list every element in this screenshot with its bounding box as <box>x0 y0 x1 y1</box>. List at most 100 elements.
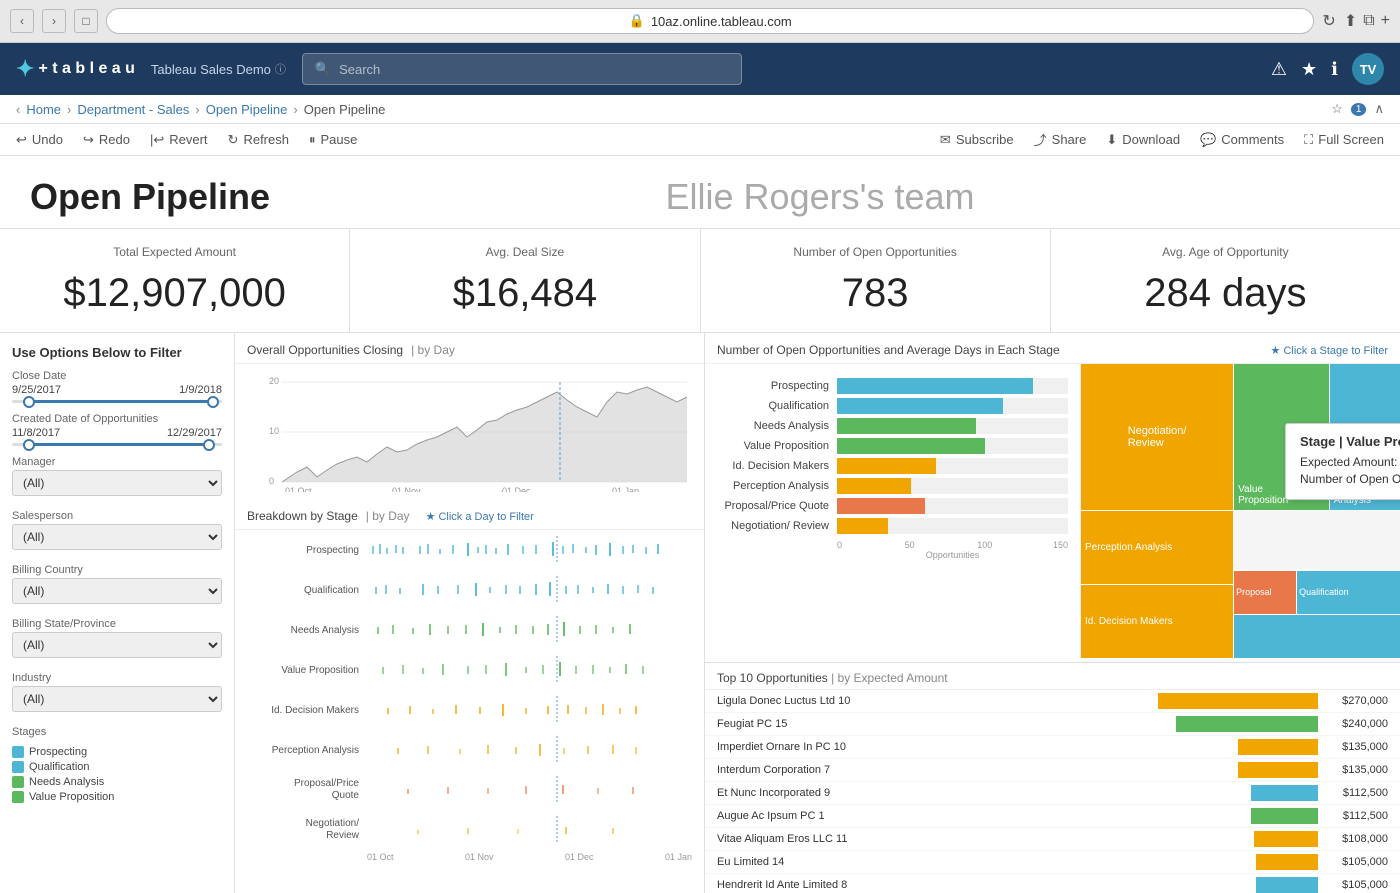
refresh-button[interactable]: ↻ Refresh <box>228 132 289 148</box>
treemap-proposal[interactable]: Proposal <box>1234 571 1297 614</box>
redo-icon: ↪ <box>83 132 94 148</box>
breakdown-label-negotiation: Negotiation/Review <box>247 818 367 842</box>
pause-button[interactable]: ⏸ Pause <box>309 132 357 148</box>
svg-text:01 Nov: 01 Nov <box>392 486 421 492</box>
download-button[interactable]: ⬇ Download <box>1106 130 1180 149</box>
top10-row: Feugiat PC 15 $240,000 <box>705 713 1400 736</box>
reload-button[interactable]: ↻ <box>1322 11 1335 31</box>
tab-button[interactable]: ⧉ <box>1363 11 1374 31</box>
bookmark-icon[interactable]: ☆ <box>1331 101 1343 117</box>
search-bar[interactable]: 🔍 Search <box>302 53 742 85</box>
breakdown-label-needs-analysis: Needs Analysis <box>247 625 367 636</box>
top10-value: $105,000 <box>1318 879 1388 891</box>
industry-select[interactable]: (All) <box>12 686 222 712</box>
treemap-qualification[interactable]: Qualification <box>1297 571 1400 614</box>
top10-value: $108,000 <box>1318 833 1388 845</box>
right-top-section: Number of Open Opportunities and Average… <box>705 333 1400 663</box>
legend-dot-qualification <box>12 761 24 773</box>
new-tab-button[interactable]: + <box>1381 11 1390 31</box>
click-stage-filter[interactable]: ★ Click a Stage to Filter <box>1271 344 1388 357</box>
comments-button[interactable]: 💬 Comments <box>1200 130 1284 149</box>
kpi-avg-deal: Avg. Deal Size $16,484 <box>350 229 700 332</box>
breadcrumb-back[interactable]: ‹ <box>16 102 20 117</box>
undo-button[interactable]: ↩ Undo <box>16 132 63 148</box>
breadcrumb-dept[interactable]: Department - Sales <box>77 102 189 117</box>
top10-bar <box>1176 716 1318 732</box>
subscribe-button[interactable]: ✉ Subscribe <box>940 130 1014 149</box>
breakdown-row-perception: Perception Analysis <box>235 730 704 770</box>
breakdown-label-perception: Perception Analysis <box>247 745 367 756</box>
revert-button[interactable]: |↩ Revert <box>150 132 208 148</box>
close-date-slider[interactable] <box>12 400 222 403</box>
collapse-icon[interactable]: ∧ <box>1374 101 1384 117</box>
window-button[interactable]: □ <box>74 9 98 33</box>
top10-name: Imperdiet Ornare In PC 10 <box>717 741 1158 753</box>
tableau-header: ✦ + t a b l e a u Tableau Sales Demo ⓘ 🔍… <box>0 43 1400 95</box>
top10-bar <box>1251 785 1318 801</box>
overall-chart-container: 20 10 0 01 Oct 01 Nov 01 Dec 0 <box>235 364 704 499</box>
star-icon[interactable]: ★ <box>1301 59 1317 80</box>
info-icon[interactable]: ℹ <box>1331 59 1338 80</box>
salesperson-select[interactable]: (All) <box>12 524 222 550</box>
hbar-row-perception: Perception Analysis <box>717 478 1068 494</box>
treemap-empty <box>1234 511 1400 570</box>
top10-bar-container <box>1158 739 1318 755</box>
top10-name: Vitae Aliquam Eros LLC 11 <box>717 833 1158 845</box>
created-date-range: 11/8/2017 12/29/2017 <box>12 427 222 439</box>
manager-select[interactable]: (All) <box>12 470 222 496</box>
top10-bar <box>1256 877 1318 893</box>
kpi-total-expected: Total Expected Amount $12,907,000 <box>0 229 350 332</box>
kpi-label-avg-age: Avg. Age of Opportunity <box>1067 245 1384 259</box>
top10-bar-container <box>1158 854 1318 870</box>
close-date-range: 9/25/2017 1/9/2018 <box>12 384 222 396</box>
top10-bar <box>1238 762 1318 778</box>
share-button[interactable]: ⤴ Share <box>1034 130 1087 149</box>
created-date-slider[interactable] <box>12 443 222 446</box>
legend-qualification: Qualification <box>12 761 222 773</box>
treemap-prospecting[interactable] <box>1234 614 1400 658</box>
top10-bar-container <box>1158 831 1318 847</box>
breakdown-label-qualification: Qualification <box>247 585 367 596</box>
tooltip-open-opps: Number of Open Opportunities: 117 <box>1300 472 1400 486</box>
warning-icon[interactable]: ⚠ <box>1271 59 1287 80</box>
treemap-id-decision[interactable]: Id. Decision Makers <box>1081 585 1233 659</box>
legend-needs-analysis: Needs Analysis <box>12 776 222 788</box>
top10-name: Hendrerit Id Ante Limited 8 <box>717 879 1158 891</box>
treemap-negotiation[interactable]: Negotiation/Review <box>1081 364 1234 510</box>
top10-value: $135,000 <box>1318 764 1388 776</box>
share-browser-button[interactable]: ⬆ <box>1344 11 1357 31</box>
hbar-row-value-prop: Value Proposition <box>717 438 1068 454</box>
redo-button[interactable]: ↪ Redo <box>83 132 130 148</box>
top10-name: Interdum Corporation 7 <box>717 764 1158 776</box>
breadcrumb-home[interactable]: Home <box>26 102 61 117</box>
lock-icon: 🔒 <box>629 13 645 29</box>
svg-text:10: 10 <box>269 426 279 436</box>
avatar[interactable]: TV <box>1352 53 1384 85</box>
breakdown-label-id-decision: Id. Decision Makers <box>247 705 367 716</box>
forward-button[interactable]: › <box>42 9 66 33</box>
billing-country-select[interactable]: (All) <box>12 578 222 604</box>
back-button[interactable]: ‹ <box>10 9 34 33</box>
hbar-row-qualification: Qualification <box>717 398 1068 414</box>
breadcrumb-pipeline1[interactable]: Open Pipeline <box>206 102 288 117</box>
breakdown-chart-id-decision <box>367 696 692 724</box>
breakdown-label-proposal: Proposal/PriceQuote <box>247 778 367 802</box>
treemap-perception[interactable]: Perception Analysis <box>1081 511 1233 585</box>
billing-state-select[interactable]: (All) <box>12 632 222 658</box>
address-bar[interactable]: 🔒 10az.online.tableau.com <box>106 8 1314 34</box>
middle-panel: Overall Opportunities Closing | by Day 2… <box>235 333 705 893</box>
click-day-filter[interactable]: ★ Click a Day to Filter <box>426 510 534 523</box>
legend-prospecting: Prospecting <box>12 746 222 758</box>
fullscreen-button[interactable]: ⛶ Full Screen <box>1304 130 1384 149</box>
breakdown-row-needs-analysis: Needs Analysis <box>235 610 704 650</box>
top10-row: Hendrerit Id Ante Limited 8 $105,000 <box>705 874 1400 893</box>
subscribe-icon: ✉ <box>940 132 951 148</box>
top10-value: $240,000 <box>1318 718 1388 730</box>
svg-text:20: 20 <box>269 376 279 386</box>
legend-dot-needs-analysis <box>12 776 24 788</box>
bookmark-count: 1 <box>1351 103 1367 116</box>
toolbar: ↩ Undo ↪ Redo |↩ Revert ↻ Refresh ⏸ Paus… <box>0 124 1400 156</box>
fullscreen-icon: ⛶ <box>1304 132 1313 148</box>
svg-text:0: 0 <box>269 476 274 486</box>
top10-title: Top 10 Opportunities | by Expected Amoun… <box>705 663 1400 690</box>
